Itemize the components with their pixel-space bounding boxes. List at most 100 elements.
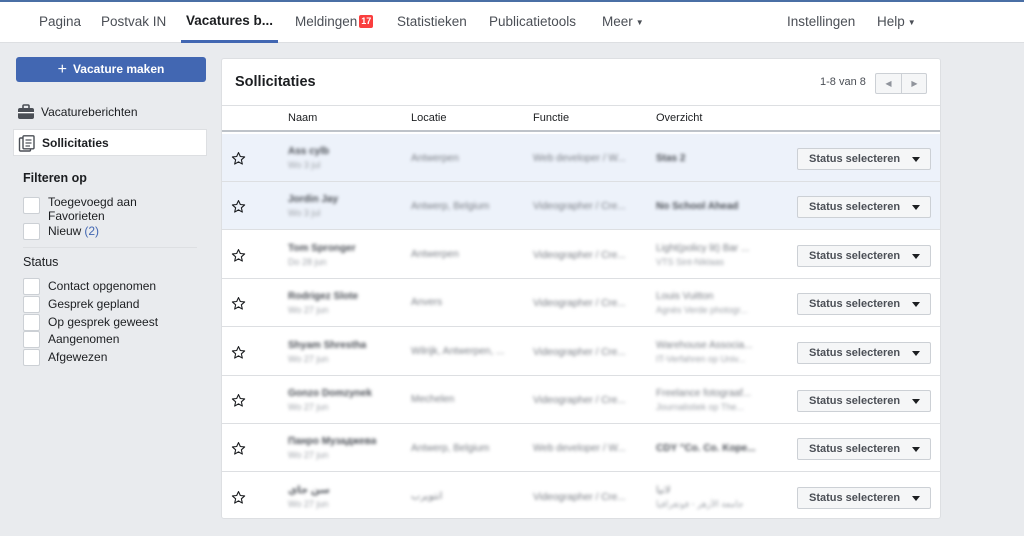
status-checkbox[interactable]	[23, 296, 40, 313]
applicant-location: Antwerp, Belgium	[411, 443, 490, 455]
star-icon[interactable]	[231, 248, 246, 268]
status-select-label: Status selecteren	[809, 298, 901, 311]
applicant-overview: Warehouse Associa...	[656, 339, 753, 351]
application-date: Wo 27 jun	[288, 305, 329, 316]
application-date: Wo 3 jul	[288, 160, 321, 170]
star-icon[interactable]	[231, 296, 246, 316]
caret-down-icon	[912, 253, 920, 259]
tab-pagina[interactable]: Pagina	[39, 2, 81, 43]
tab-publicatietools[interactable]: Publicatietools	[489, 2, 576, 43]
status-select-button[interactable]: Status selecteren	[797, 196, 931, 219]
star-icon[interactable]	[231, 490, 246, 510]
star-icon[interactable]	[231, 441, 246, 461]
applicant-function: Web developer / W...	[533, 153, 626, 164]
status-select-label: Status selecteren	[809, 395, 901, 407]
applicant-location: Wilrijk, Antwerpen, ...	[411, 345, 505, 357]
sidebar-item-sollicitaties[interactable]: Sollicitaties	[13, 129, 207, 156]
status-checkbox[interactable]	[23, 278, 40, 295]
applicant-name[interactable]: Jordin Jay	[288, 194, 338, 205]
status-select-button[interactable]: Status selecteren	[797, 438, 931, 461]
application-date: Wo 27 jun	[288, 498, 329, 509]
table-row[interactable]: Gonzo Domzynek Wo 27 jun Mechelen Videograp…	[222, 376, 940, 424]
status-select-label: Status selecteren	[809, 153, 901, 165]
caret-down-icon	[912, 205, 920, 211]
application-date: Wo 3 jul	[288, 208, 321, 219]
status-select-button[interactable]: Status selecteren	[797, 148, 931, 170]
table-row[interactable]: Tom Spronger Do 28 jun Antwerpen Videograph…	[222, 231, 940, 279]
star-icon[interactable]	[231, 345, 246, 365]
tab-meer-label: Meer	[602, 14, 633, 29]
tab-meer[interactable]: Meer ▼	[602, 2, 644, 43]
star-icon[interactable]	[231, 393, 246, 413]
table-row[interactable]: Jordin Jay Wo 3 jul Antwerp, Belgium Videog…	[222, 182, 940, 231]
table-row[interactable]: Rodrigez Slote Wo 27 jun Anvers Videographe…	[222, 279, 940, 328]
status-checkbox[interactable]	[23, 314, 40, 331]
applicant-location: Antwerp, Belgium	[411, 201, 490, 213]
column-header-naam[interactable]: Naam	[288, 112, 317, 124]
column-header-locatie[interactable]: Locatie	[411, 112, 446, 124]
applicant-name[interactable]: Rodrigez Slote	[288, 291, 358, 302]
briefcase-icon	[18, 104, 34, 119]
new-checkbox[interactable]	[23, 223, 40, 240]
next-page-icon[interactable]: ▶	[902, 74, 927, 93]
tab-statistieken[interactable]: Statistieken	[397, 2, 467, 43]
new-label: Nieuw (2)	[48, 224, 99, 238]
status-checkbox[interactable]	[23, 349, 40, 366]
tab-meldingen[interactable]: Meldingen 17	[295, 2, 374, 43]
applicant-name[interactable]: Панро Музаджева	[288, 436, 376, 447]
applicant-location: أنتويرب	[411, 490, 443, 502]
tab-help[interactable]: Help ▼	[877, 2, 916, 43]
caret-down-icon	[912, 157, 920, 162]
sidebar-divider	[23, 247, 197, 248]
tab-vacatures[interactable]: Vacatures b...	[181, 2, 279, 43]
applicant-function: Videographer / Cre...	[533, 491, 626, 503]
status-select-button[interactable]: Status selecteren	[797, 341, 931, 364]
applicant-location: Antwerpen	[411, 248, 459, 260]
tab-instellingen[interactable]: Instellingen	[787, 2, 855, 43]
applicant-function: Videographer / Cre...	[533, 395, 626, 406]
table-header: Naam Locatie Functie Overzicht	[222, 105, 940, 132]
star-icon[interactable]	[231, 199, 246, 219]
applicant-location: Mechelen	[411, 394, 455, 405]
status-checkbox[interactable]	[23, 331, 40, 348]
status-select-button[interactable]: Status selecteren	[797, 486, 931, 509]
sidebar-item-vacatureberichten[interactable]: Vacatureberichten	[13, 99, 207, 126]
column-header-overzicht[interactable]: Overzicht	[656, 112, 702, 124]
table-row[interactable]: Ass cylb Wo 3 jul Antwerpen Web developer /…	[222, 134, 940, 182]
applicant-function: Videographer / Cre...	[533, 201, 626, 213]
applicant-overview-detail: IT-Verfahren op Univ...	[656, 353, 746, 364]
new-count: (2)	[84, 224, 100, 238]
applicant-name[interactable]: Gonzo Domzynek	[288, 388, 372, 399]
top-navigation: Pagina Postvak IN Vacatures b... Melding…	[0, 0, 1024, 43]
applicant-name[interactable]: سن جاي	[288, 485, 330, 496]
caret-down-icon	[912, 302, 920, 308]
tab-help-label: Help	[877, 14, 905, 29]
applicant-name[interactable]: Shyam Shrestha	[288, 340, 366, 351]
table-row[interactable]: سن جاي Wo 27 jun أنتويرب Videographer / Cre…	[222, 473, 940, 518]
caret-down-icon: ▼	[635, 18, 644, 27]
previous-page-icon[interactable]: ◀	[876, 74, 901, 93]
column-header-functie[interactable]: Functie	[533, 112, 569, 124]
notification-badge: 17	[359, 15, 374, 28]
applicant-location: Antwerpen	[411, 153, 459, 164]
applicant-name[interactable]: Tom Spronger	[288, 243, 356, 254]
tab-postvak-in[interactable]: Postvak IN	[101, 2, 166, 43]
caret-down-icon	[912, 350, 920, 356]
create-job-button[interactable]: + Vacature maken	[16, 57, 206, 82]
applicant-overview: CDY "Co. Co. Kope...	[656, 443, 756, 455]
applicant-name[interactable]: Ass cylb	[288, 146, 329, 157]
status-select-button[interactable]: Status selecteren	[797, 293, 931, 316]
filter-heading: Filteren op	[23, 171, 87, 185]
applicant-overview: Louis Vuitton	[656, 291, 714, 303]
status-label: Afgewezen	[48, 350, 108, 364]
applicant-overview: لانيا	[656, 484, 671, 496]
applicant-function: Videographer / Cre...	[533, 249, 626, 261]
status-select-label: Status selecteren	[809, 201, 901, 214]
status-select-button[interactable]: Status selecteren	[797, 244, 931, 267]
status-select-button[interactable]: Status selecteren	[797, 390, 931, 412]
table-row[interactable]: Панро Музаджева Wo 27 jun Antwerp, Belgium…	[222, 424, 940, 473]
favorites-checkbox[interactable]	[23, 197, 40, 214]
table-row[interactable]: Shyam Shrestha Wo 27 jun Wilrijk, Antwerpe…	[222, 328, 940, 376]
star-icon[interactable]	[231, 151, 246, 171]
favorites-label: Toegevoegd aan Favorieten	[48, 195, 137, 223]
